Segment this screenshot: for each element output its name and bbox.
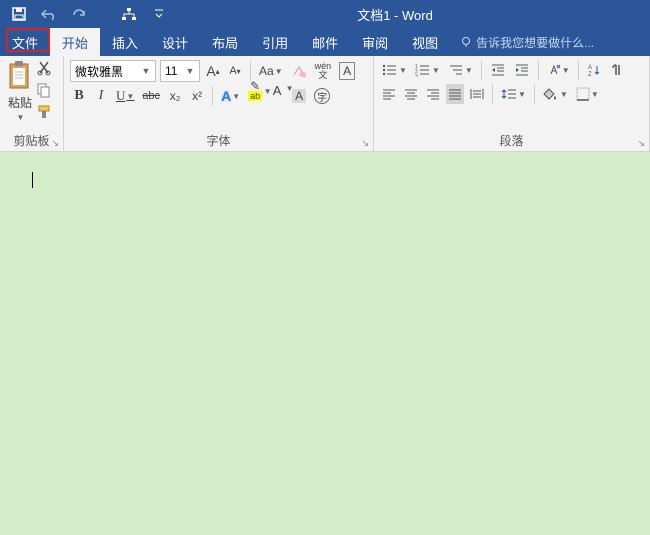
separator bbox=[538, 60, 539, 80]
asian-layout-button[interactable]: ▼ bbox=[545, 60, 572, 80]
qat-customize-icon[interactable] bbox=[150, 5, 168, 23]
line-spacing-button[interactable]: ▼ bbox=[499, 84, 528, 104]
svg-text:A: A bbox=[588, 65, 592, 71]
shrink-font-button[interactable]: A▾ bbox=[226, 61, 244, 81]
align-right-button[interactable] bbox=[424, 84, 442, 104]
tab-view[interactable]: 视图 bbox=[400, 28, 450, 56]
separator bbox=[578, 60, 579, 80]
font-name-combo[interactable]: ▼ bbox=[70, 60, 156, 82]
ribbon-tabs: 文件 开始 插入 设计 布局 引用 邮件 审阅 视图 告诉我您想要做什么... bbox=[0, 28, 650, 56]
tab-layout[interactable]: 布局 bbox=[200, 28, 250, 56]
format-painter-icon[interactable] bbox=[36, 104, 54, 122]
group-label-font: 字体 ↘ bbox=[70, 132, 367, 149]
align-left-button[interactable] bbox=[380, 84, 398, 104]
tab-home[interactable]: 开始 bbox=[50, 28, 100, 56]
grow-font-button[interactable]: A▴ bbox=[204, 61, 222, 81]
justify-button[interactable] bbox=[446, 84, 464, 104]
lightbulb-icon bbox=[460, 36, 472, 48]
cut-icon[interactable] bbox=[36, 60, 54, 78]
numbering-button[interactable]: 123▼ bbox=[413, 60, 442, 80]
title-bar: 文档1 - Word bbox=[0, 0, 650, 28]
save-icon[interactable] bbox=[10, 5, 28, 23]
undo-icon[interactable] bbox=[40, 5, 58, 23]
separator bbox=[534, 84, 535, 104]
paste-button[interactable]: 粘贴 ▼ bbox=[6, 60, 34, 122]
separator bbox=[212, 86, 213, 106]
font-name-input[interactable] bbox=[71, 64, 139, 78]
dialog-launcher-icon[interactable]: ↘ bbox=[51, 138, 59, 149]
chevron-down-icon: ▼ bbox=[17, 113, 25, 122]
group-label-paragraph: 段落 ↘ bbox=[380, 132, 643, 149]
distributed-button[interactable] bbox=[468, 84, 486, 104]
document-canvas[interactable] bbox=[0, 152, 650, 535]
italic-button[interactable]: I bbox=[92, 86, 110, 106]
svg-text:Z: Z bbox=[588, 72, 592, 77]
tell-me-search[interactable]: 告诉我您想要做什么... bbox=[460, 28, 594, 56]
decrease-indent-button[interactable] bbox=[488, 60, 508, 80]
tab-mailings[interactable]: 邮件 bbox=[300, 28, 350, 56]
phonetic-guide-button[interactable]: wén文 bbox=[313, 61, 334, 81]
tab-file[interactable]: 文件 bbox=[0, 28, 50, 56]
shading-button[interactable]: ▼ bbox=[541, 84, 570, 104]
sort-button[interactable]: AZ bbox=[585, 60, 603, 80]
group-label-clipboard: 剪贴板 ↘ bbox=[6, 132, 57, 149]
dialog-launcher-icon[interactable]: ↘ bbox=[361, 138, 369, 149]
font-size-combo[interactable]: ▼ bbox=[160, 60, 200, 82]
redo-icon[interactable] bbox=[70, 5, 88, 23]
char-border-button[interactable]: A bbox=[337, 61, 357, 81]
increase-indent-button[interactable] bbox=[512, 60, 532, 80]
text-effects-button[interactable]: A▼ bbox=[219, 86, 242, 106]
font-size-input[interactable] bbox=[161, 64, 183, 78]
chevron-down-icon[interactable]: ▼ bbox=[139, 66, 153, 76]
borders-button[interactable]: ▼ bbox=[574, 84, 601, 104]
tab-design[interactable]: 设计 bbox=[150, 28, 200, 56]
underline-button[interactable]: U▼ bbox=[114, 86, 136, 106]
tab-references[interactable]: 引用 bbox=[250, 28, 300, 56]
ribbon: 粘贴 ▼ 剪贴板 ↘ bbox=[0, 56, 650, 152]
group-clipboard: 粘贴 ▼ 剪贴板 ↘ bbox=[0, 56, 64, 151]
text-cursor bbox=[32, 172, 33, 188]
separator bbox=[250, 61, 251, 81]
group-paragraph: ▼ 123▼ ▼ ▼ AZ ▼ ▼ bbox=[374, 56, 650, 151]
multilevel-list-button[interactable]: ▼ bbox=[446, 60, 475, 80]
hierarchy-icon[interactable] bbox=[120, 5, 138, 23]
highlight-button[interactable]: ✎ab▼ bbox=[246, 86, 264, 106]
window-title: 文档1 - Word bbox=[217, 5, 433, 24]
chevron-down-icon[interactable]: ▼ bbox=[183, 66, 197, 76]
enclose-char-button[interactable]: 字 bbox=[312, 86, 332, 106]
change-case-button[interactable]: Aa▼ bbox=[257, 61, 285, 81]
tab-review[interactable]: 审阅 bbox=[350, 28, 400, 56]
quick-access-toolbar bbox=[0, 5, 168, 23]
separator bbox=[492, 84, 493, 104]
svg-text:3: 3 bbox=[415, 74, 418, 77]
clear-formatting-icon[interactable] bbox=[289, 61, 309, 81]
clipboard-icon bbox=[6, 60, 34, 92]
tab-insert[interactable]: 插入 bbox=[100, 28, 150, 56]
dialog-launcher-icon[interactable]: ↘ bbox=[637, 138, 645, 149]
strikethrough-button[interactable]: abc bbox=[140, 86, 162, 106]
tell-me-placeholder: 告诉我您想要做什么... bbox=[476, 34, 594, 51]
paste-label: 粘贴 bbox=[8, 94, 32, 111]
bold-button[interactable]: B bbox=[70, 86, 88, 106]
copy-icon[interactable] bbox=[36, 82, 54, 100]
bullets-button[interactable]: ▼ bbox=[380, 60, 409, 80]
separator bbox=[481, 60, 482, 80]
superscript-button[interactable]: x² bbox=[188, 86, 206, 106]
align-center-button[interactable] bbox=[402, 84, 420, 104]
subscript-button[interactable]: x₂ bbox=[166, 86, 184, 106]
group-font: ▼ ▼ A▴ A▾ Aa▼ wén文 A B I U▼ bbox=[64, 56, 374, 151]
show-marks-button[interactable] bbox=[607, 60, 625, 80]
